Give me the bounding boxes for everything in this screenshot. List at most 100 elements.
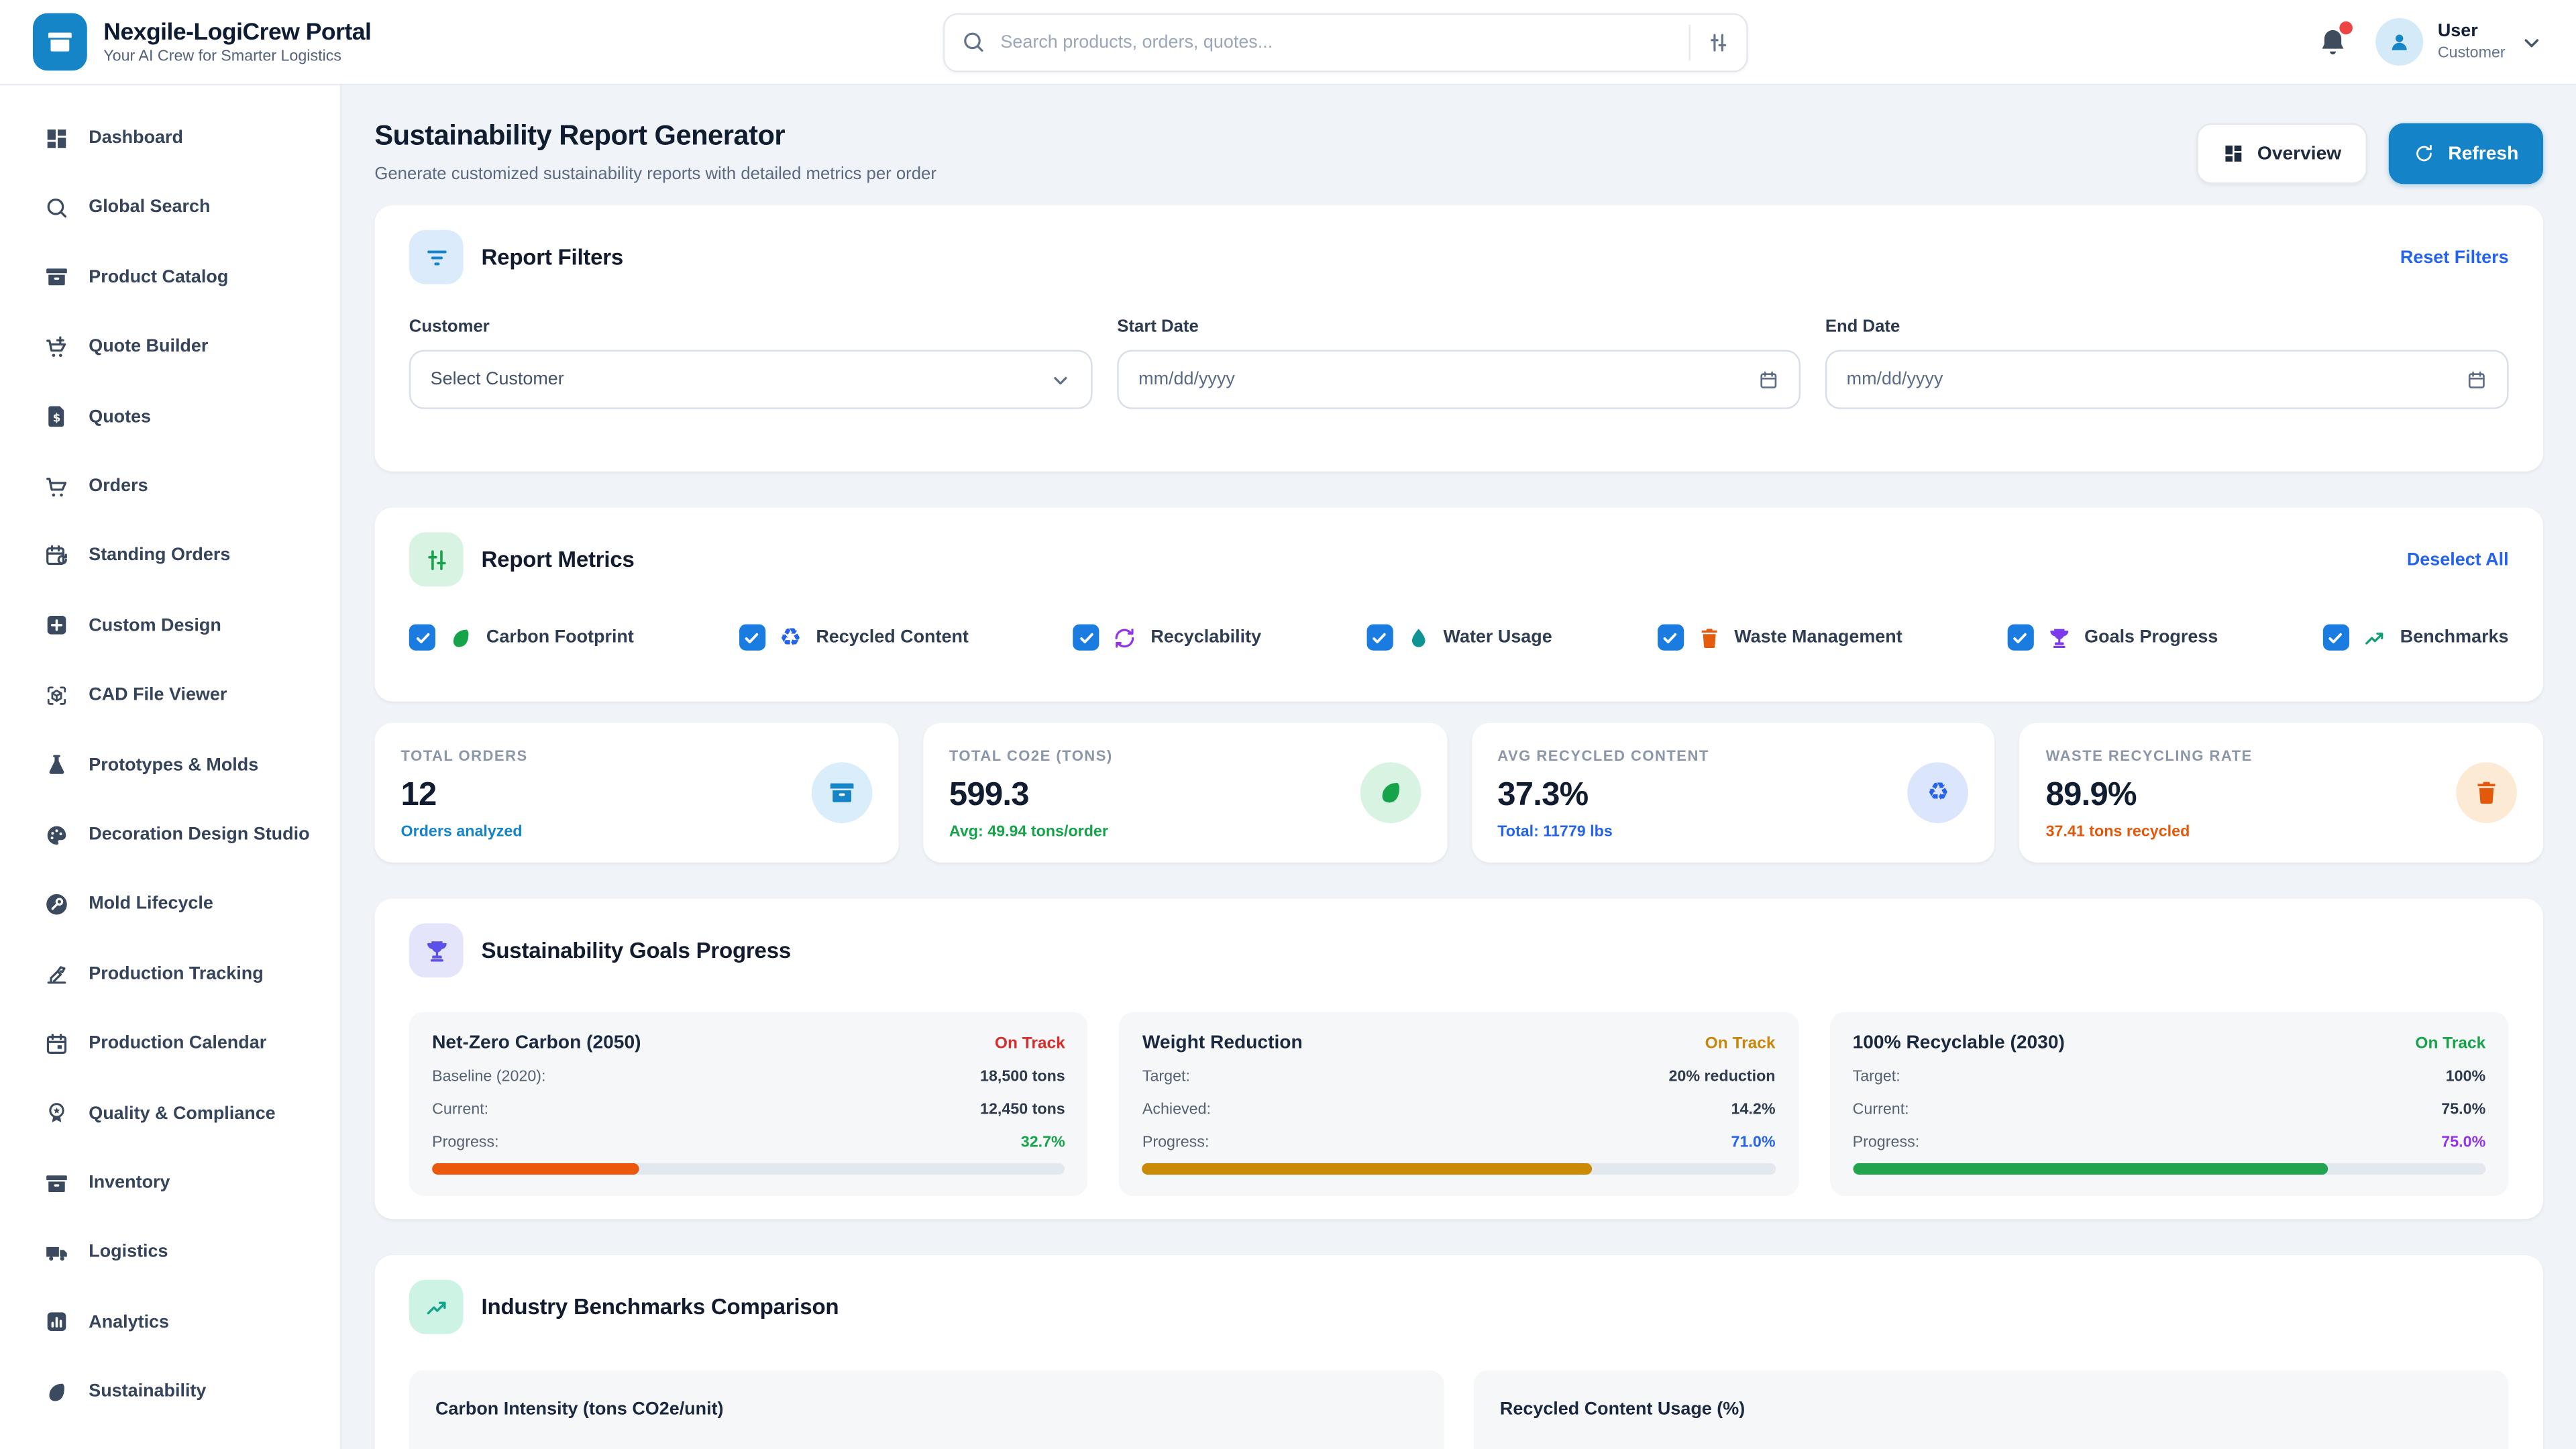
deselect-all-link[interactable]: Deselect All xyxy=(2407,549,2509,569)
cube-scan-icon xyxy=(44,683,69,708)
stat-label: TOTAL CO2E (TONS) xyxy=(949,747,1420,763)
box-icon xyxy=(44,265,69,290)
stat-value: 12 xyxy=(401,777,872,814)
checkbox-checked[interactable] xyxy=(1073,625,1099,651)
checkbox-checked[interactable] xyxy=(409,625,435,651)
sidebar-item-dashboard[interactable]: Dashboard xyxy=(0,103,340,173)
sidebar-item-production-calendar[interactable]: Production Calendar xyxy=(0,1009,340,1079)
rotate-icon xyxy=(1113,625,1138,650)
avatar xyxy=(2375,18,2423,66)
goal-progress-value: 75.0% xyxy=(2441,1134,2485,1152)
goal-progress-label: Progress: xyxy=(1853,1134,1920,1152)
goal-row-value: 12,450 tons xyxy=(980,1101,1065,1119)
main-content: Sustainability Report Generator Generate… xyxy=(341,85,2576,1449)
sidebar-item-quotes[interactable]: $Quotes xyxy=(0,382,340,452)
sidebar-item-sustainability[interactable]: Sustainability xyxy=(0,1357,340,1427)
truck-icon xyxy=(44,1240,69,1265)
checkbox-checked[interactable] xyxy=(739,625,765,651)
search-icon xyxy=(44,196,69,221)
sidebar-item-mold-lifecycle[interactable]: Mold Lifecycle xyxy=(0,869,340,939)
sidebar-item-label: Quotes xyxy=(89,405,151,429)
stat-subtext: Orders analyzed xyxy=(401,823,872,841)
overview-button[interactable]: Overview xyxy=(2196,123,2367,184)
sidebar-item-label: CAD File Viewer xyxy=(89,684,227,707)
goals-card: Sustainability Goals Progress Net-Zero C… xyxy=(374,899,2543,1220)
refresh-icon xyxy=(2414,143,2435,164)
droplet-icon xyxy=(1405,625,1430,650)
search-input[interactable] xyxy=(985,32,1688,52)
sidebar-item-label: Quality & Compliance xyxy=(89,1102,275,1125)
goal-progress-bar xyxy=(432,1163,1065,1175)
plus-square-icon xyxy=(44,614,69,639)
end-date-input[interactable] xyxy=(1825,350,2509,409)
leaf-icon xyxy=(44,1379,69,1404)
sidebar-item-label: Mold Lifecycle xyxy=(89,893,213,916)
benchmark-title: Recycled Content Usage (%) xyxy=(1500,1400,2482,1419)
sidebar-item-product-catalog[interactable]: Product Catalog xyxy=(0,243,340,313)
sidebar-item-logistics[interactable]: Logistics xyxy=(0,1218,340,1287)
metric-label: Water Usage xyxy=(1444,628,1552,647)
sidebar-item-prototypes-molds[interactable]: Prototypes & Molds xyxy=(0,731,340,800)
metric-label: Goals Progress xyxy=(2084,628,2218,647)
metric-checkbox-benchmarks[interactable]: Benchmarks xyxy=(2323,625,2509,651)
goals-title: Sustainability Goals Progress xyxy=(482,938,2509,963)
goal-row-label: Target: xyxy=(1853,1068,1900,1086)
sidebar-item-decoration-design-studio[interactable]: Decoration Design Studio xyxy=(0,800,340,869)
metric-checkbox-goals-progress[interactable]: Goals Progress xyxy=(2007,625,2218,651)
metrics-title: Report Metrics xyxy=(482,547,2389,572)
sidebar-item-standing-orders[interactable]: Standing Orders xyxy=(0,521,340,591)
brand-tagline: Your AI Crew for Smarter Logistics xyxy=(103,47,371,65)
sidebar-item-inventory[interactable]: Inventory xyxy=(0,1148,340,1218)
checkbox-checked[interactable] xyxy=(2323,625,2349,651)
checkbox-checked[interactable] xyxy=(1366,625,1392,651)
start-date-input[interactable] xyxy=(1117,350,1801,409)
sidebar-item-custom-design[interactable]: Custom Design xyxy=(0,591,340,661)
goal-card-100-recyclable-2030-: 100% Recyclable (2030)On TrackTarget:100… xyxy=(1829,1012,2508,1196)
sidebar-item-label: Sustainability xyxy=(89,1380,206,1403)
sidebar-item-quote-builder[interactable]: Quote Builder xyxy=(0,313,340,382)
filter-icon xyxy=(409,230,464,284)
benchmarks-title: Industry Benchmarks Comparison xyxy=(482,1295,2509,1320)
chevron-down-icon xyxy=(2520,30,2543,53)
sidebar-item-label: Quote Builder xyxy=(89,335,208,359)
user-menu[interactable]: User Customer xyxy=(2375,18,2543,66)
sidebar-item-global-search[interactable]: Global Search xyxy=(0,173,340,243)
metric-checkbox-water-usage[interactable]: Water Usage xyxy=(1366,625,1552,651)
sidebar-item-label: Dashboard xyxy=(89,127,183,150)
grid-icon xyxy=(2223,143,2245,164)
notifications-button[interactable] xyxy=(2316,25,2349,58)
customer-label: Customer xyxy=(409,317,1093,337)
stat-label: AVG RECYCLED CONTENT xyxy=(1497,747,1968,763)
leaf-icon xyxy=(449,625,474,650)
metric-checkbox-recyclability[interactable]: Recyclability xyxy=(1073,625,1261,651)
brand: Nexgile-LogiCrew Portal Your AI Crew for… xyxy=(33,13,526,71)
refresh-button[interactable]: Refresh xyxy=(2389,123,2543,184)
metric-label: Recyclability xyxy=(1150,628,1261,647)
goal-row-value: 18,500 tons xyxy=(980,1068,1065,1086)
goal-progress-label: Progress: xyxy=(1142,1134,1210,1152)
goal-card-weight-reduction: Weight ReductionOn TrackTarget:20% reduc… xyxy=(1120,1012,1799,1196)
sidebar-item-analytics[interactable]: Analytics xyxy=(0,1287,340,1357)
sidebar-nav: Dashboard Global SearchProduct Catalog Quo… xyxy=(0,103,340,1426)
sidebar-item-quality-compliance[interactable]: Quality & Compliance xyxy=(0,1079,340,1148)
reset-filters-link[interactable]: Reset Filters xyxy=(2400,248,2509,267)
customer-select[interactable]: Select Customer xyxy=(409,350,1093,409)
checkbox-checked[interactable] xyxy=(2007,625,2033,651)
stat-value: 599.3 xyxy=(949,777,1420,814)
stat-subtext: 37.41 tons recycled xyxy=(2046,823,2517,841)
start-date-label: Start Date xyxy=(1117,317,1801,337)
goal-progress-bar xyxy=(1853,1163,2486,1175)
metric-checkbox-waste-management[interactable]: Waste Management xyxy=(1657,625,1902,651)
metric-checkbox-carbon-footprint[interactable]: Carbon Footprint xyxy=(409,625,634,651)
page-subtitle: Generate customized sustainability repor… xyxy=(374,164,936,184)
sliders-icon xyxy=(409,532,464,586)
metric-checkbox-recycled-content[interactable]: ♻Recycled Content xyxy=(739,625,969,651)
checkbox-checked[interactable] xyxy=(1657,625,1683,651)
trend-up-icon xyxy=(409,1280,464,1334)
sidebar-item-production-tracking[interactable]: Production Tracking xyxy=(0,939,340,1009)
recycle-icon: ♻ xyxy=(1908,762,1969,823)
sidebar-item-cad-file-viewer[interactable]: CAD File Viewer xyxy=(0,661,340,731)
sidebar-item-orders[interactable]: Orders xyxy=(0,451,340,521)
report-metrics-card: Report Metrics Deselect All Carbon Footp… xyxy=(374,508,2543,702)
search-filter-button[interactable] xyxy=(1689,24,1730,60)
